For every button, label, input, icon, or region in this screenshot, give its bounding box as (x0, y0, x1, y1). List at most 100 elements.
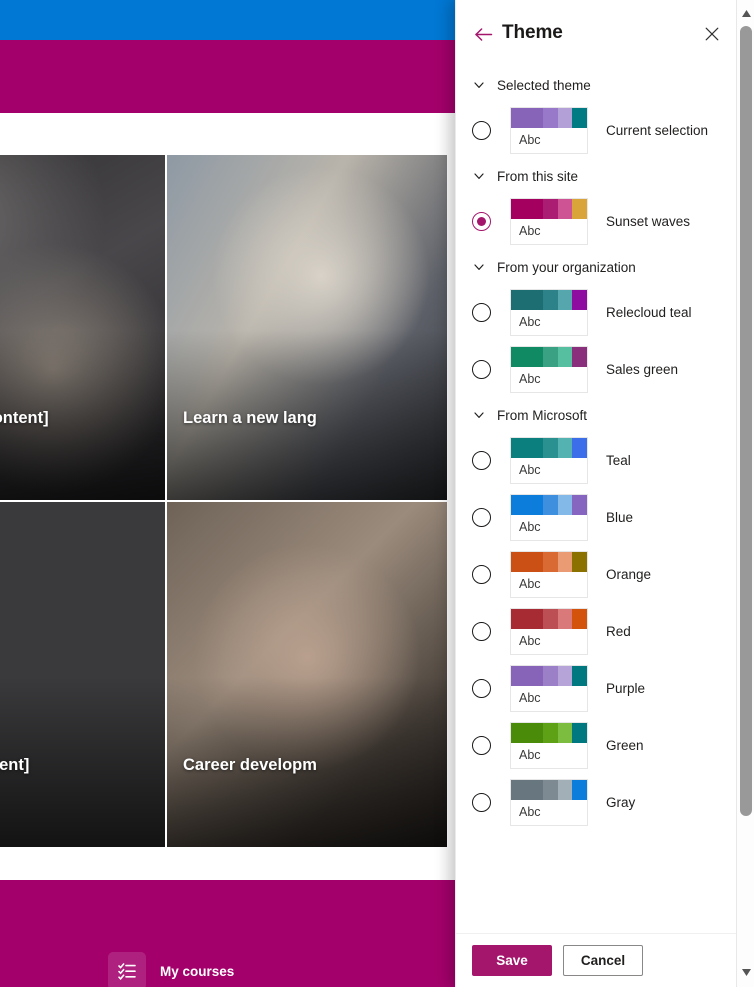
checklist-icon (108, 952, 146, 987)
swatch-sample-text: Abc (519, 691, 541, 705)
card-grid: s [Sample content] Learn a new lang Samp… (0, 155, 460, 880)
swatch-sample-text: Abc (519, 224, 541, 238)
theme-option-row[interactable]: Abc Sales green (456, 341, 737, 398)
content-card[interactable]: Career developm (167, 502, 447, 847)
swatch-sample-text: Abc (519, 520, 541, 534)
footer-nav-my-courses[interactable]: My courses (108, 952, 234, 987)
theme-panel: Theme Selected theme Abc Current selection… (455, 0, 754, 987)
theme-option-row[interactable]: Abc Sunset waves (456, 193, 737, 250)
section-label: From your organization (497, 259, 636, 275)
swatch-colors (511, 199, 587, 219)
card-title: Sample content] (0, 756, 30, 774)
swatch-sample-text: Abc (519, 315, 541, 329)
swatch-sample-text: Abc (519, 577, 541, 591)
theme-swatch: Abc (510, 107, 588, 154)
theme-list[interactable]: Selected theme Abc Current selection From t… (456, 68, 737, 933)
theme-swatch: Abc (510, 198, 588, 245)
theme-option-row[interactable]: Abc Orange (456, 546, 737, 603)
panel-header: Theme (456, 0, 754, 68)
theme-option-row[interactable]: Abc Green (456, 717, 737, 774)
card-title: Career developm (183, 756, 317, 774)
chevron-down-icon (474, 412, 484, 418)
theme-option-row[interactable]: Abc Current selection (456, 102, 737, 159)
theme-swatch: Abc (510, 494, 588, 541)
back-arrow-icon[interactable] (470, 22, 496, 46)
theme-name: Teal (606, 453, 631, 468)
swatch-colors (511, 290, 587, 310)
swatch-sample-text: Abc (519, 805, 541, 819)
theme-radio[interactable] (472, 212, 491, 231)
theme-name: Sunset waves (606, 214, 691, 229)
theme-name: Gray (606, 795, 636, 810)
chevron-down-icon (474, 173, 484, 179)
theme-option-row[interactable]: Abc Teal (456, 432, 737, 489)
panel-footer: Save Cancel (456, 933, 737, 987)
theme-swatch: Abc (510, 608, 588, 655)
section-header[interactable]: From Microsoft (456, 398, 737, 432)
theme-swatch: Abc (510, 437, 588, 484)
section-label: Selected theme (497, 77, 591, 93)
theme-name: Purple (606, 681, 646, 696)
swatch-colors (511, 723, 587, 743)
content-card[interactable]: s [Sample content] (0, 155, 165, 500)
swatch-colors (511, 438, 587, 458)
theme-option-row[interactable]: Abc Blue (456, 489, 737, 546)
theme-radio[interactable] (472, 303, 491, 322)
scroll-up-icon[interactable] (737, 4, 754, 22)
theme-name: Orange (606, 567, 652, 582)
save-button[interactable]: Save (472, 945, 552, 976)
theme-swatch: Abc (510, 665, 588, 712)
theme-radio[interactable] (472, 451, 491, 470)
theme-option-row[interactable]: Abc Relecloud teal (456, 284, 737, 341)
swatch-colors (511, 552, 587, 572)
theme-name: Blue (606, 510, 634, 525)
theme-radio[interactable] (472, 565, 491, 584)
swatch-colors (511, 347, 587, 367)
swatch-sample-text: Abc (519, 634, 541, 648)
theme-name: Relecloud teal (606, 305, 692, 320)
theme-name: Green (606, 738, 644, 753)
swatch-sample-text: Abc (519, 463, 541, 477)
theme-option-row[interactable]: Abc Gray (456, 774, 737, 831)
theme-name: Red (606, 624, 631, 639)
cancel-button[interactable]: Cancel (563, 945, 643, 976)
section-label: From this site (497, 168, 579, 184)
section-label: From Microsoft (497, 407, 588, 423)
swatch-sample-text: Abc (519, 133, 541, 147)
theme-radio[interactable] (472, 121, 491, 140)
panel-title: Theme (502, 22, 563, 43)
theme-swatch: Abc (510, 722, 588, 769)
theme-radio[interactable] (472, 508, 491, 527)
theme-radio[interactable] (472, 622, 491, 641)
theme-swatch: Abc (510, 289, 588, 336)
section-header[interactable]: From this site (456, 159, 737, 193)
theme-swatch: Abc (510, 346, 588, 393)
swatch-colors (511, 108, 587, 128)
screen: s [Sample content] Learn a new lang Samp… (0, 0, 754, 987)
theme-option-row[interactable]: Abc Purple (456, 660, 737, 717)
theme-name: Current selection (606, 123, 709, 138)
swatch-sample-text: Abc (519, 748, 541, 762)
theme-radio[interactable] (472, 360, 491, 379)
theme-name: Sales green (606, 362, 679, 377)
close-icon[interactable] (699, 22, 725, 46)
panel-scrollbar[interactable] (736, 0, 754, 987)
theme-swatch: Abc (510, 779, 588, 826)
scroll-thumb[interactable] (740, 26, 752, 816)
footer-nav-label: My courses (160, 963, 235, 979)
theme-radio[interactable] (472, 679, 491, 698)
theme-radio[interactable] (472, 793, 491, 812)
swatch-colors (511, 780, 587, 800)
section-header[interactable]: From your organization (456, 250, 737, 284)
chevron-down-icon (474, 264, 484, 270)
theme-option-row[interactable]: Abc Red (456, 603, 737, 660)
theme-radio[interactable] (472, 736, 491, 755)
card-title: Learn a new lang (183, 409, 317, 427)
scroll-down-icon[interactable] (737, 963, 754, 981)
theme-swatch: Abc (510, 551, 588, 598)
swatch-colors (511, 609, 587, 629)
swatch-colors (511, 666, 587, 686)
content-card[interactable]: Learn a new lang (167, 155, 447, 500)
content-card[interactable]: Sample content] (0, 502, 165, 847)
section-header[interactable]: Selected theme (456, 68, 737, 102)
